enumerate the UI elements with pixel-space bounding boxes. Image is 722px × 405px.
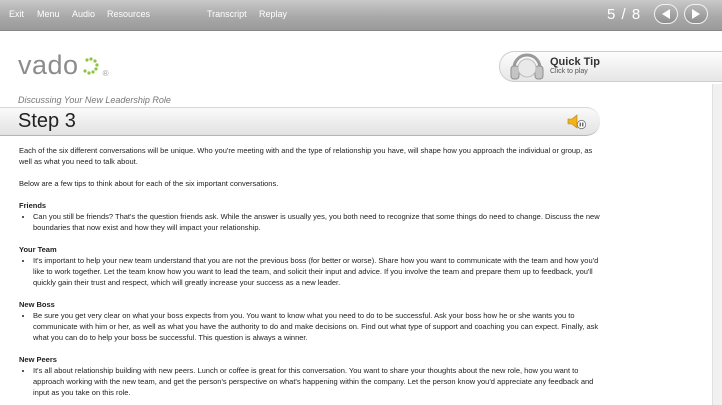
- top-toolbar: Exit Menu Audio Resources Transcript Rep…: [0, 0, 722, 31]
- course-subtitle: Discussing Your New Leadership Role: [18, 95, 171, 105]
- main-content: Each of the six different conversations …: [19, 145, 607, 398]
- section-bullet: Be sure you get very clear on what your …: [33, 310, 607, 343]
- section-bullet: Can you still be friends? That's the que…: [33, 211, 607, 233]
- section-your-team: Your Team It's important to help your ne…: [19, 244, 607, 288]
- menu-button[interactable]: Menu: [37, 9, 60, 19]
- resources-button[interactable]: Resources: [107, 9, 150, 19]
- speaker-icon[interactable]: [566, 113, 588, 130]
- section-new-boss: New Boss Be sure you get very clear on w…: [19, 299, 607, 343]
- section-friends: Friends Can you still be friends? That's…: [19, 200, 607, 233]
- exit-button[interactable]: Exit: [9, 9, 24, 19]
- intro-text-2: Below are a few tips to think about for …: [19, 179, 279, 188]
- section-bullet: It's all about relationship building wit…: [33, 365, 607, 398]
- step-header: Step 3: [0, 107, 600, 136]
- chevron-right-icon: [692, 9, 700, 19]
- intro-text: Each of the six different conversations …: [19, 146, 593, 166]
- page-title: Step 3: [18, 110, 76, 132]
- headphones-icon: [508, 48, 546, 84]
- section-bullet: It's important to help your new team und…: [33, 255, 607, 288]
- vado-logo: vado ®: [18, 50, 109, 80]
- quick-tip-title: Quick Tip: [550, 56, 600, 68]
- quick-tip-button[interactable]: Quick Tip Click to play: [499, 51, 722, 82]
- audio-button[interactable]: Audio: [72, 9, 95, 19]
- page-indicator: 5 / 8: [607, 6, 642, 23]
- section-heading: New Peers: [19, 355, 57, 364]
- section-heading: Friends: [19, 201, 47, 210]
- vertical-scrollbar[interactable]: [712, 84, 722, 405]
- replay-button[interactable]: Replay: [259, 9, 287, 19]
- logo-dots-icon: [79, 52, 103, 75]
- section-heading: Your Team: [19, 245, 57, 254]
- quick-tip-subtitle: Click to play: [550, 68, 588, 75]
- previous-button[interactable]: [654, 4, 678, 24]
- next-button[interactable]: [684, 4, 708, 24]
- transcript-button[interactable]: Transcript: [207, 9, 247, 19]
- section-new-peers: New Peers It's all about relationship bu…: [19, 354, 607, 398]
- chevron-left-icon: [662, 9, 670, 19]
- section-heading: New Boss: [19, 300, 55, 309]
